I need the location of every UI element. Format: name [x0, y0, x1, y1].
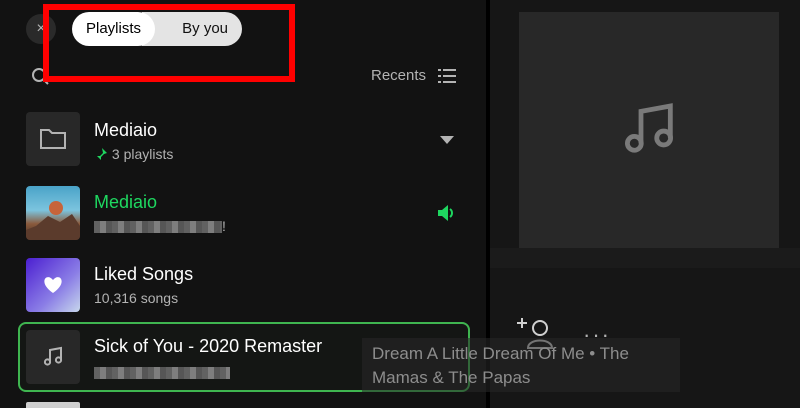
album-cover-placeholder — [519, 12, 779, 248]
item-title: Liked Songs — [94, 264, 194, 284]
chevron-down-icon[interactable] — [440, 136, 454, 144]
redacted-text — [94, 367, 230, 380]
playlist-cover-image — [26, 186, 80, 240]
pin-icon — [95, 148, 107, 162]
folder-icon — [26, 112, 80, 166]
item-title: Sick of You - 2020 Remaster — [94, 336, 323, 356]
item-title: Mediaio — [94, 120, 158, 140]
item-subtitle-suffix: ! — [222, 218, 226, 234]
item-subtitle: 3 playlists — [94, 146, 173, 162]
list-item[interactable]: Liked Songs 10,316 songs — [18, 258, 471, 314]
item-subtitle — [94, 364, 230, 380]
cover-divider — [490, 248, 800, 268]
drag-preview-label: Dream A Little Dream Of Me • The Mamas &… — [362, 338, 680, 392]
redacted-text — [94, 221, 222, 234]
heart-icon — [26, 258, 80, 312]
item-subtitle-text: 3 playlists — [111, 146, 174, 162]
list-item[interactable]: Mediaio ! — [18, 186, 471, 242]
list-item[interactable]: Mediaio 3 playlists — [18, 112, 471, 168]
volume-icon — [438, 205, 453, 221]
list-view-icon[interactable] — [438, 67, 456, 85]
annotation-highlight-box — [43, 4, 295, 82]
item-subtitle: 10,316 songs — [94, 290, 179, 306]
list-item-thumb-partial — [26, 402, 80, 408]
item-title: Mediaio — [94, 192, 158, 212]
music-note-icon — [625, 103, 673, 153]
music-note-icon — [26, 330, 80, 384]
sort-recents-button[interactable]: Recents — [371, 67, 426, 84]
item-subtitle: ! — [94, 218, 226, 234]
